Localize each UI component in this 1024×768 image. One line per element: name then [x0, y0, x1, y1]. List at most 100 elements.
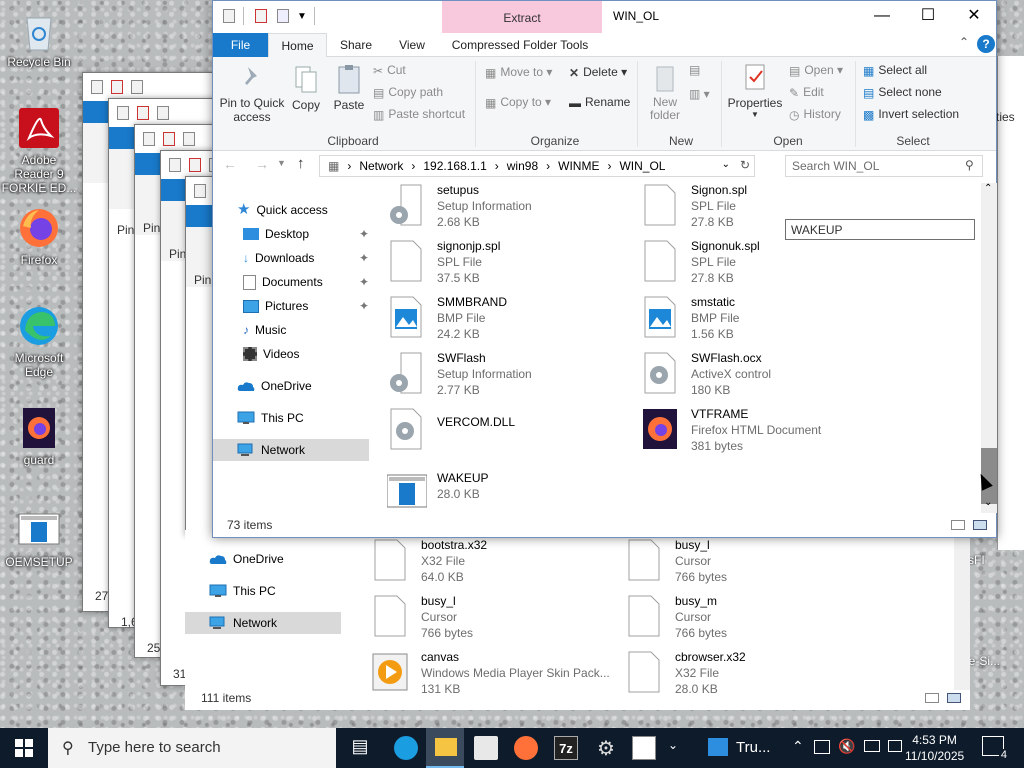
select-none-button[interactable]: ▤ Select none [863, 85, 942, 100]
customize-toolbar-icon[interactable]: ▼ [297, 11, 307, 22]
system-clock[interactable]: 4:53 PM 11/10/2025 [905, 732, 964, 764]
copy-path-button[interactable]: ▤ Copy path [373, 85, 443, 100]
tab-compressed-folder-tools[interactable]: Compressed Folder Tools [445, 33, 595, 57]
file-item[interactable]: cbrowser.x32 X32 File 28.0 KB [625, 648, 875, 698]
task-view-icon[interactable]: ▤ [348, 736, 372, 760]
address-dropdown-icon[interactable]: ⌄ [722, 159, 730, 170]
new-item-button[interactable]: ▤ [689, 63, 700, 77]
back-nav-thispc[interactable]: This PC [209, 580, 276, 602]
back-arrow-icon[interactable]: ← [223, 156, 237, 172]
explorer-window[interactable]: ▼ Extract WIN_OL — ☐ ✕ File Home Share V… [212, 0, 997, 538]
file-item[interactable]: signonjp.spl SPL File 37.5 KB [387, 237, 637, 287]
keyboard-tray-icon[interactable] [888, 740, 902, 752]
file-item[interactable]: VTFRAME Firefox HTML Document 381 bytes [641, 405, 891, 455]
back-nav-network[interactable]: Network [185, 612, 341, 634]
paste-button[interactable]: Paste [331, 63, 367, 112]
delete-button[interactable]: ✕ Delete ▾ [569, 65, 627, 80]
file-item[interactable]: canvas Windows Media Player Skin Pack...… [371, 648, 621, 698]
tab-file[interactable]: File [213, 33, 268, 57]
refresh-icon[interactable]: ↻ [740, 158, 750, 172]
file-item[interactable]: VERCOM.DLL [387, 405, 637, 455]
volume-muted-icon[interactable]: 🔇 [838, 738, 855, 755]
file-item[interactable]: busy_m Cursor 766 bytes [625, 592, 875, 642]
show-hidden-icons-chevron-icon[interactable]: ⌃ [792, 738, 804, 755]
open-button[interactable]: ▤ Open ▾ [789, 63, 843, 78]
breadcrumb-win-ol[interactable]: WIN_OL [619, 159, 665, 173]
breadcrumb-winme[interactable]: WINME [558, 159, 599, 173]
move-to-button[interactable]: ▦ Move to ▾ [485, 65, 552, 80]
nav-downloads[interactable]: ↓ Downloads ✦ [243, 247, 369, 269]
address-path[interactable]: ▦ › Network › 192.168.1.1 › win98 › WINM… [319, 155, 755, 177]
details-view-icon[interactable] [925, 693, 939, 703]
tab-home[interactable]: Home [268, 33, 327, 58]
rename-button[interactable]: ▬ Rename [569, 95, 630, 110]
file-item[interactable]: SMMBRAND BMP File 24.2 KB [387, 293, 637, 343]
details-view-icon[interactable] [951, 520, 965, 530]
title-bar[interactable]: ▼ Extract WIN_OL — ☐ ✕ [213, 1, 996, 33]
back-scrollbar[interactable] [954, 530, 970, 690]
large-icons-view-icon[interactable] [973, 520, 987, 530]
file-item[interactable]: SWFlash Setup Information 2.77 KB [387, 349, 637, 399]
firefox-taskbar-icon[interactable] [514, 736, 538, 760]
taskbar-overflow-icon[interactable]: ⌄ [668, 738, 678, 752]
nav-network[interactable]: Network [213, 439, 369, 461]
pin-quick-access-button[interactable]: Pin to Quick access [219, 63, 285, 124]
history-button[interactable]: ◷ History [789, 107, 841, 122]
paste-shortcut-button[interactable]: ▥ Paste shortcut [373, 107, 465, 122]
7zip-taskbar-icon[interactable]: 7z [554, 736, 578, 760]
network-tray-icon[interactable] [814, 740, 830, 754]
nav-pictures[interactable]: Pictures ✦ [243, 295, 369, 317]
minimize-button[interactable]: — [859, 1, 905, 31]
properties-button[interactable]: Properties ▼ [727, 63, 783, 119]
up-arrow-icon[interactable]: ↑ [297, 155, 305, 172]
nav-onedrive[interactable]: OneDrive [237, 375, 312, 397]
desktop-icon-edge[interactable]: Microsoft Edge [1, 304, 77, 379]
wakeup-text-field[interactable]: WAKEUP [785, 219, 975, 240]
nav-videos[interactable]: Videos [243, 343, 299, 365]
desktop-icon-adobe-reader[interactable]: Adobe Reader 9 FORKIE ED... [1, 106, 77, 195]
nav-this-pc[interactable]: This PC [237, 407, 304, 429]
breadcrumb-win98[interactable]: win98 [507, 159, 538, 173]
breadcrumb-ip[interactable]: 192.168.1.1 [423, 159, 486, 173]
select-all-button[interactable]: ▦ Select all [863, 63, 927, 78]
back-nav-onedrive[interactable]: OneDrive [209, 548, 284, 570]
recent-locations-icon[interactable]: ▼ [277, 158, 286, 168]
quick-access-properties-icon[interactable] [223, 9, 235, 23]
display-tray-icon[interactable] [864, 740, 880, 752]
file-item[interactable]: bootstra.x32 X32 File 64.0 KB [371, 536, 621, 586]
file-item[interactable]: busy_l Cursor 766 bytes [371, 592, 621, 642]
quick-access-folder-icon[interactable] [277, 9, 289, 23]
scroll-down-icon[interactable]: ⌄ [984, 497, 992, 508]
maximize-button[interactable]: ☐ [905, 1, 951, 31]
settings-gear-taskbar-icon[interactable]: ⚙ [594, 736, 618, 760]
nav-documents[interactable]: Documents ✦ [243, 271, 369, 293]
edge-taskbar-icon[interactable] [394, 736, 418, 760]
tiles-view-icon[interactable] [947, 693, 961, 703]
copy-to-button[interactable]: ▦ Copy to ▾ [485, 95, 551, 110]
invert-selection-button[interactable]: ▩ Invert selection [863, 107, 959, 122]
start-button[interactable] [0, 728, 48, 768]
nav-quick-access[interactable]: ★ Quick access [237, 199, 328, 221]
forward-arrow-icon[interactable]: → [255, 156, 269, 172]
nav-desktop[interactable]: Desktop ✦ [243, 223, 369, 245]
tab-share[interactable]: Share [331, 33, 381, 57]
desktop-icon-firefox[interactable]: Firefox [1, 206, 77, 267]
desktop-icon-recycle-bin[interactable]: Recycle Bin [1, 8, 77, 69]
tab-view[interactable]: View [387, 33, 437, 57]
file-item[interactable]: SWFlash.ocx ActiveX control 180 KB [641, 349, 891, 399]
file-item[interactable]: busy_l Cursor 766 bytes [625, 536, 875, 586]
taskbar-search-input[interactable]: Type here to search [48, 728, 336, 768]
close-button[interactable]: ✕ [951, 1, 997, 31]
edit-button[interactable]: ✎ Edit [789, 85, 824, 100]
store-taskbar-icon[interactable] [474, 736, 498, 760]
collapse-ribbon-chevron-icon[interactable]: ⌃ [959, 35, 969, 49]
new-folder-button[interactable]: New folder [645, 63, 685, 122]
quick-access-check-icon[interactable] [255, 9, 267, 23]
back-explorer-window[interactable]: OneDrive This PC Network bootstra.x32 X3… [185, 530, 970, 710]
help-icon[interactable]: ? [977, 35, 995, 53]
cut-button[interactable]: ✂ Cut [373, 63, 406, 78]
search-input[interactable]: Search WIN_OL [785, 155, 983, 177]
file-item[interactable]: WAKEUP 28.0 KB [387, 469, 637, 517]
file-item[interactable]: Signonuk.spl SPL File 27.8 KB [641, 237, 891, 287]
easy-access-button[interactable]: ▥ ▾ [689, 87, 710, 101]
